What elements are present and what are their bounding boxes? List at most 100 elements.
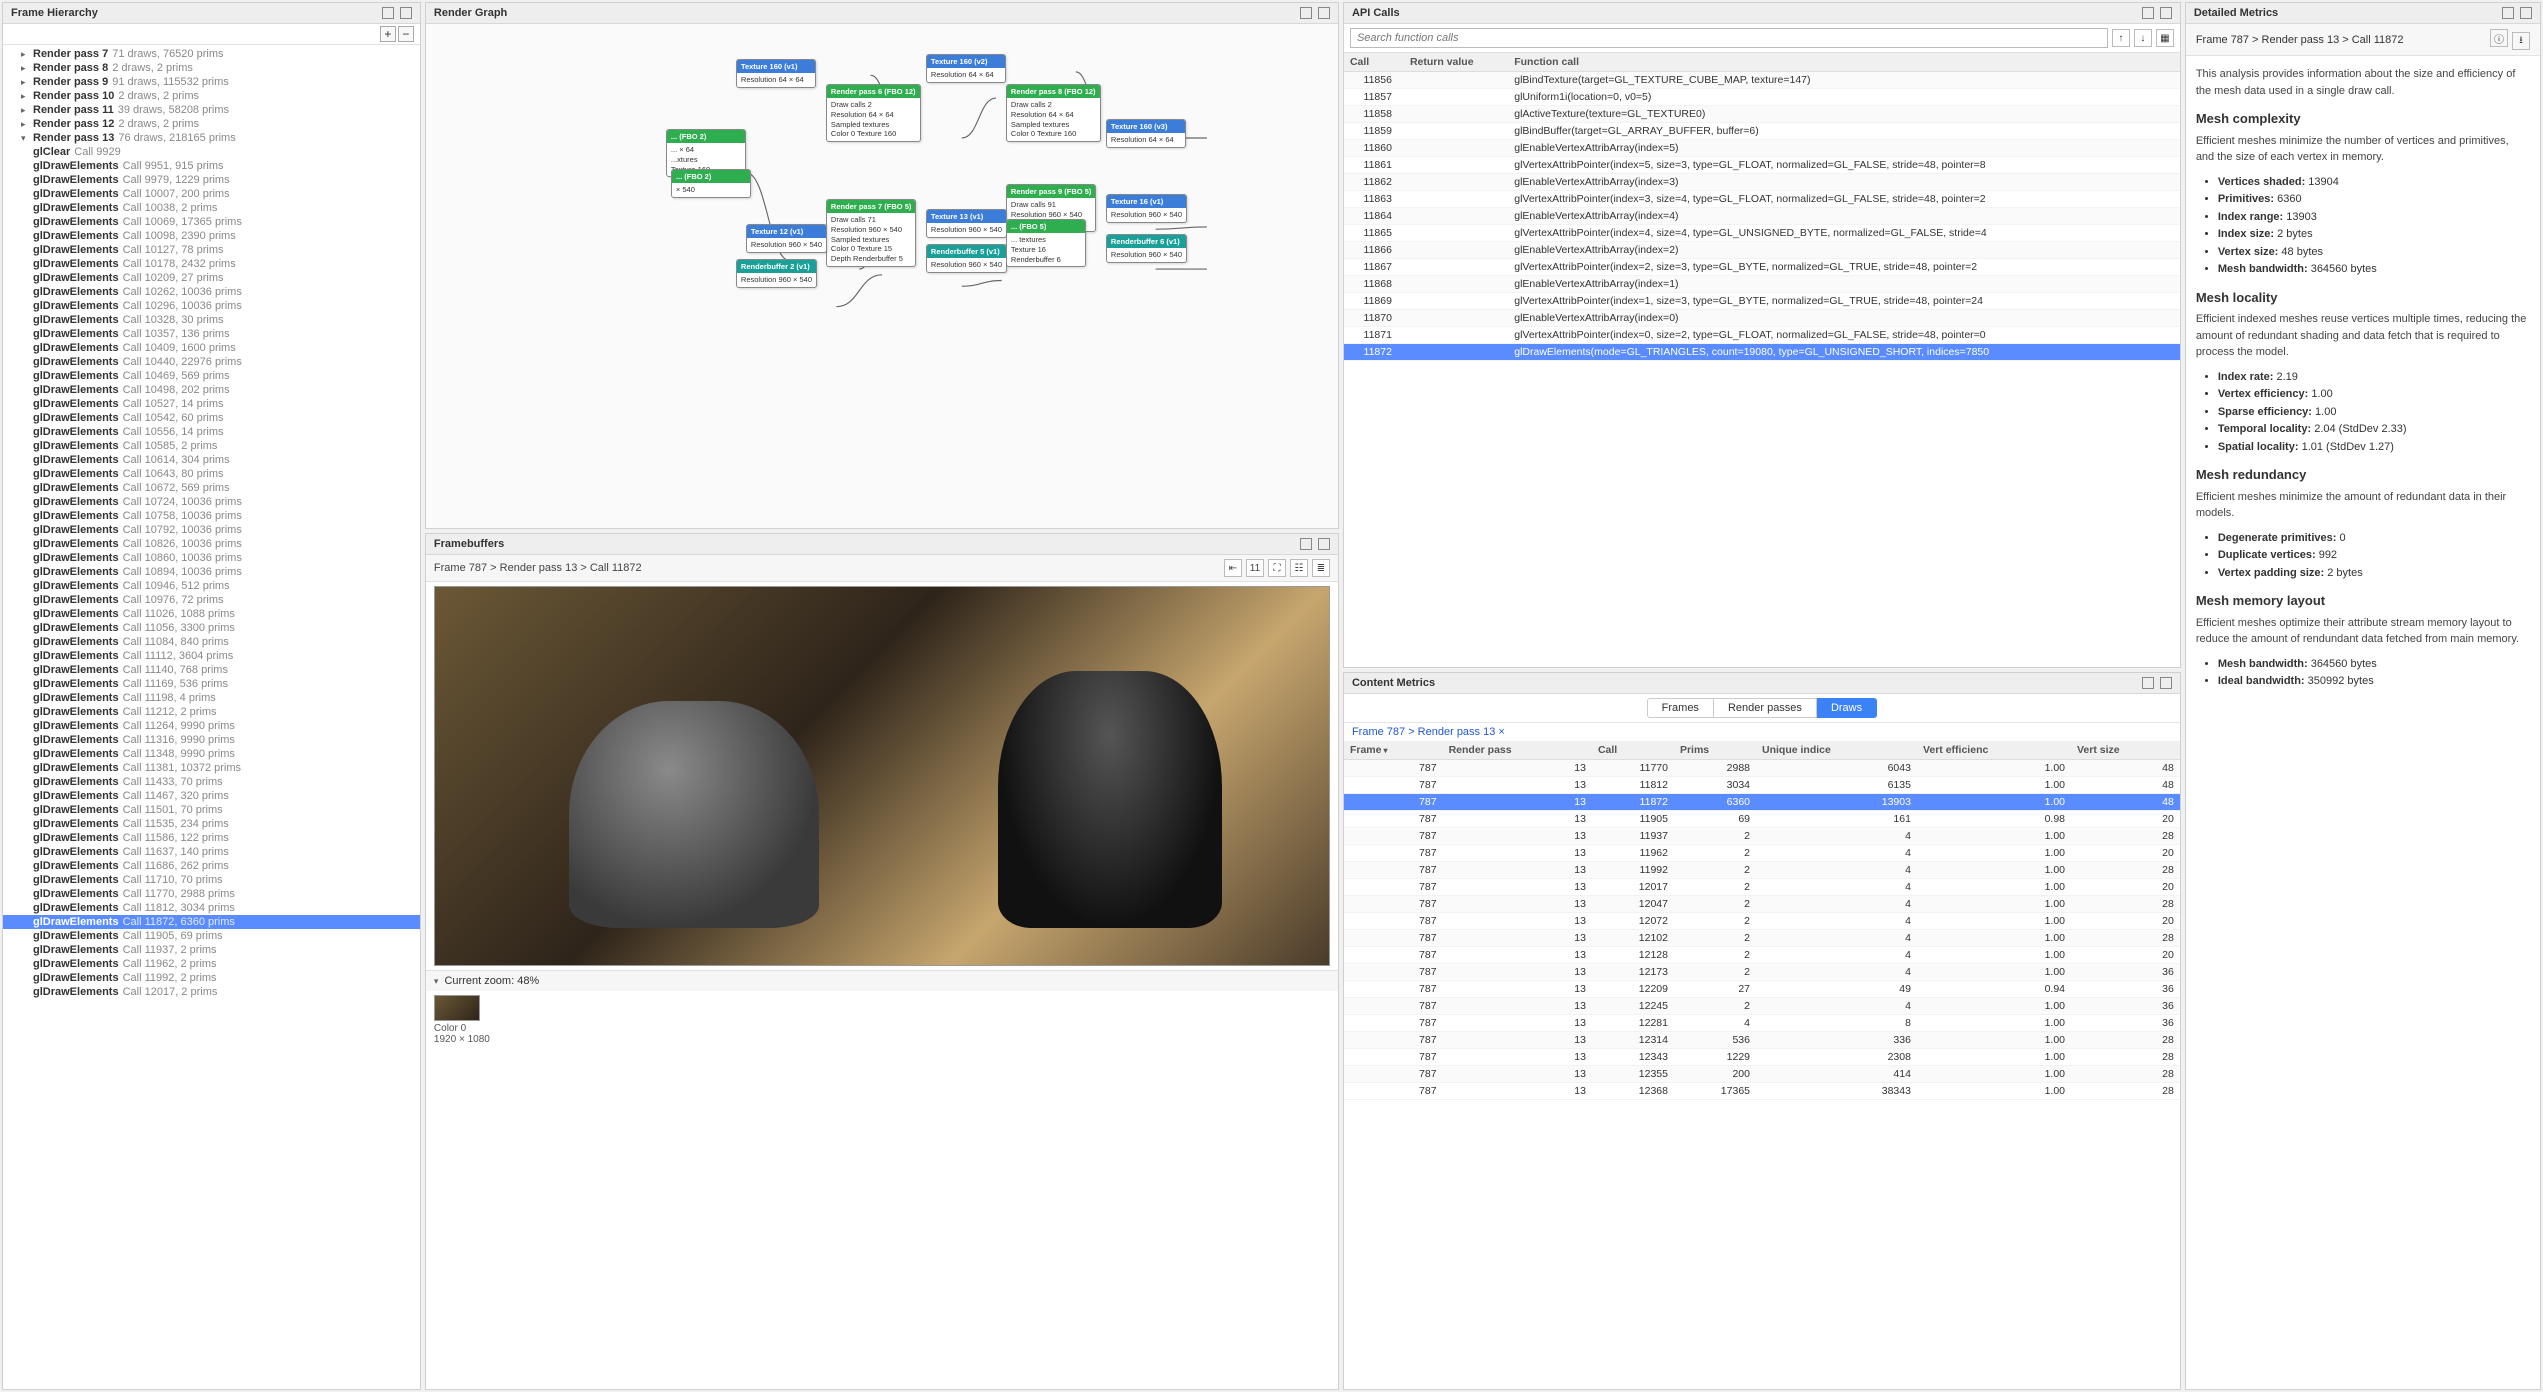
- close-icon[interactable]: [2520, 7, 2532, 19]
- graph-node[interactable]: Texture 160 (v1)Resolution 64 × 64: [736, 59, 816, 88]
- search-input[interactable]: [1350, 28, 2108, 48]
- tree-draw[interactable]: glDrawElementsCall 10585, 2 prims: [3, 439, 420, 453]
- tree-pass[interactable]: ▸Render pass 82 draws, 2 prims: [3, 61, 420, 75]
- api-row[interactable]: 11871glVertexAttribPointer(index=0, size…: [1344, 327, 2180, 344]
- export-icon[interactable]: ⭳: [2512, 32, 2530, 50]
- tree-draw[interactable]: glDrawElementsCall 11026, 1088 prims: [3, 607, 420, 621]
- table-row[interactable]: 78713123552004141.0028: [1344, 1066, 2180, 1083]
- table-row[interactable]: 7871312281481.0036: [1344, 1015, 2180, 1032]
- api-row[interactable]: 11856glBindTexture(target=GL_TEXTURE_CUB…: [1344, 72, 2180, 89]
- tree-draw[interactable]: glDrawElementsCall 10127, 78 prims: [3, 243, 420, 257]
- tree-draw[interactable]: glDrawElementsCall 10328, 30 prims: [3, 313, 420, 327]
- tree-draw[interactable]: glDrawElementsCall 10826, 10036 prims: [3, 537, 420, 551]
- tree-draw[interactable]: glDrawElementsCall 10542, 60 prims: [3, 411, 420, 425]
- search-prev-icon[interactable]: ↑: [2112, 29, 2130, 47]
- graph-node[interactable]: Render pass 6 (FBO 12)Draw calls 2Resolu…: [826, 84, 921, 142]
- tree-draw[interactable]: glDrawElementsCall 10409, 1600 prims: [3, 341, 420, 355]
- table-row[interactable]: 7871312173241.0036: [1344, 964, 2180, 981]
- tree-draw[interactable]: glDrawElementsCall 10556, 14 prims: [3, 425, 420, 439]
- api-row[interactable]: 11870glEnableVertexAttribArray(index=0): [1344, 310, 2180, 327]
- tree-draw[interactable]: glDrawElementsCall 11198, 4 prims: [3, 691, 420, 705]
- tree-draw[interactable]: glDrawElementsCall 11084, 840 prims: [3, 635, 420, 649]
- content-metrics-breadcrumb[interactable]: Frame 787 > Render pass 13 ×: [1352, 726, 1505, 738]
- tree-draw[interactable]: glDrawElementsCall 11501, 70 prims: [3, 803, 420, 817]
- table-row[interactable]: 78713123145363361.0028: [1344, 1032, 2180, 1049]
- table-row[interactable]: 7871311905691610.9820: [1344, 811, 2180, 828]
- api-row[interactable]: 11872glDrawElements(mode=GL_TRIANGLES, c…: [1344, 344, 2180, 361]
- api-row[interactable]: 11866glEnableVertexAttribArray(index=2): [1344, 242, 2180, 259]
- tree-draw[interactable]: glDrawElementsCall 10038, 2 prims: [3, 201, 420, 215]
- close-icon[interactable]: [400, 7, 412, 19]
- tree-draw[interactable]: glDrawElementsCall 11872, 6360 prims: [3, 915, 420, 929]
- tree-draw[interactable]: glDrawElementsCall 11770, 2988 prims: [3, 887, 420, 901]
- graph-node[interactable]: Texture 12 (v1)Resolution 960 × 540: [746, 224, 827, 253]
- tree-draw[interactable]: glDrawElementsCall 10946, 512 prims: [3, 579, 420, 593]
- table-row[interactable]: 7871312245241.0036: [1344, 998, 2180, 1015]
- tree-draw[interactable]: glDrawElementsCall 10178, 2432 prims: [3, 257, 420, 271]
- tree-draw[interactable]: glDrawElementsCall 11535, 234 prims: [3, 817, 420, 831]
- tree-draw[interactable]: glDrawElementsCall 11140, 768 prims: [3, 663, 420, 677]
- framebuffer-image[interactable]: [434, 586, 1330, 966]
- step-icon[interactable]: 11: [1246, 559, 1264, 577]
- tree-draw[interactable]: glDrawElementsCall 11905, 69 prims: [3, 929, 420, 943]
- tree-draw[interactable]: glDrawElementsCall 11686, 262 prims: [3, 859, 420, 873]
- api-row[interactable]: 11859glBindBuffer(target=GL_ARRAY_BUFFER…: [1344, 123, 2180, 140]
- graph-node[interactable]: ... (FBO 2)× 540: [671, 169, 751, 198]
- col-fn[interactable]: Function call: [1508, 53, 2180, 72]
- tree-pass[interactable]: ▸Render pass 1139 draws, 58208 prims: [3, 103, 420, 117]
- col-header[interactable]: Vert efficienc: [1917, 741, 2071, 760]
- expand-all-button[interactable]: +: [380, 26, 396, 42]
- table-row[interactable]: 7871311992241.0028: [1344, 862, 2180, 879]
- graph-node[interactable]: Renderbuffer 6 (v1)Resolution 960 × 540: [1106, 234, 1187, 263]
- nav-back-icon[interactable]: ⇤: [1224, 559, 1242, 577]
- col-call[interactable]: Call: [1344, 53, 1404, 72]
- tree-draw[interactable]: glDrawElementsCall 9951, 915 prims: [3, 159, 420, 173]
- tree-draw[interactable]: glDrawElementsCall 11056, 3300 prims: [3, 621, 420, 635]
- tree-draw[interactable]: glDrawElementsCall 11467, 320 prims: [3, 789, 420, 803]
- tree-draw[interactable]: glDrawElementsCall 11937, 2 prims: [3, 943, 420, 957]
- api-row[interactable]: 11860glEnableVertexAttribArray(index=5): [1344, 140, 2180, 157]
- restore-icon[interactable]: [382, 7, 394, 19]
- api-row[interactable]: 11862glEnableVertexAttribArray(index=3): [1344, 174, 2180, 191]
- tree-draw[interactable]: glDrawElementsCall 10469, 569 prims: [3, 369, 420, 383]
- tree-draw[interactable]: glDrawElementsCall 10069, 17365 prims: [3, 215, 420, 229]
- tab-draws[interactable]: Draws: [1817, 698, 1877, 718]
- close-icon[interactable]: [2160, 677, 2172, 689]
- api-row[interactable]: 11865glVertexAttribPointer(index=4, size…: [1344, 225, 2180, 242]
- tree-draw[interactable]: glDrawElementsCall 10440, 22976 prims: [3, 355, 420, 369]
- api-row[interactable]: 11868glEnableVertexAttribArray(index=1): [1344, 276, 2180, 293]
- restore-icon[interactable]: [1300, 7, 1312, 19]
- col-return[interactable]: Return value: [1404, 53, 1508, 72]
- collapse-all-button[interactable]: −: [398, 26, 414, 42]
- graph-node[interactable]: Render pass 7 (FBO 5)Draw calls 71Resolu…: [826, 199, 916, 267]
- graph-node[interactable]: Texture 13 (v1)Resolution 960 × 540: [926, 209, 1007, 238]
- tree-pass[interactable]: ▸Render pass 771 draws, 76520 prims: [3, 47, 420, 61]
- api-row[interactable]: 11861glVertexAttribPointer(index=5, size…: [1344, 157, 2180, 174]
- table-row[interactable]: 7871311770298860431.0048: [1344, 760, 2180, 777]
- tree-draw[interactable]: glDrawElementsCall 10614, 304 prims: [3, 453, 420, 467]
- tree-draw[interactable]: glDrawElementsCall 11586, 122 prims: [3, 831, 420, 845]
- col-header[interactable]: Render pass: [1443, 741, 1592, 760]
- table-row[interactable]: 787131220927490.9436: [1344, 981, 2180, 998]
- tree-draw[interactable]: glDrawElementsCall 10758, 10036 prims: [3, 509, 420, 523]
- tree-draw[interactable]: glDrawElementsCall 11812, 3034 prims: [3, 901, 420, 915]
- graph-node[interactable]: Render pass 8 (FBO 12)Draw calls 2Resolu…: [1006, 84, 1101, 142]
- filter-icon[interactable]: ▦: [2156, 29, 2174, 47]
- tree-draw[interactable]: glDrawElementsCall 10894, 10036 prims: [3, 565, 420, 579]
- close-icon[interactable]: [1318, 538, 1330, 550]
- table-row[interactable]: 7871311962241.0020: [1344, 845, 2180, 862]
- tree-draw[interactable]: glDrawElementsCall 10357, 136 prims: [3, 327, 420, 341]
- graph-node[interactable]: Renderbuffer 5 (v1)Resolution 960 × 540: [926, 244, 1007, 273]
- tree-draw[interactable]: glDrawElementsCall 11710, 70 prims: [3, 873, 420, 887]
- tree-draw[interactable]: glDrawElementsCall 11348, 9990 prims: [3, 747, 420, 761]
- tree-pass[interactable]: ▸Render pass 102 draws, 2 prims: [3, 89, 420, 103]
- api-row[interactable]: 11867glVertexAttribPointer(index=2, size…: [1344, 259, 2180, 276]
- api-row[interactable]: 11864glEnableVertexAttribArray(index=4): [1344, 208, 2180, 225]
- graph-node[interactable]: Renderbuffer 2 (v1)Resolution 960 × 540: [736, 259, 817, 288]
- col-header[interactable]: Unique indice: [1756, 741, 1917, 760]
- table-row[interactable]: 7871312102241.0028: [1344, 930, 2180, 947]
- tree-clear[interactable]: glClearCall 9929: [3, 145, 420, 159]
- render-graph-canvas[interactable]: Texture 160 (v1)Resolution 64 × 64 Textur…: [426, 24, 1338, 528]
- tab-frames[interactable]: Frames: [1647, 698, 1714, 718]
- tree-draw[interactable]: glDrawElementsCall 10672, 569 prims: [3, 481, 420, 495]
